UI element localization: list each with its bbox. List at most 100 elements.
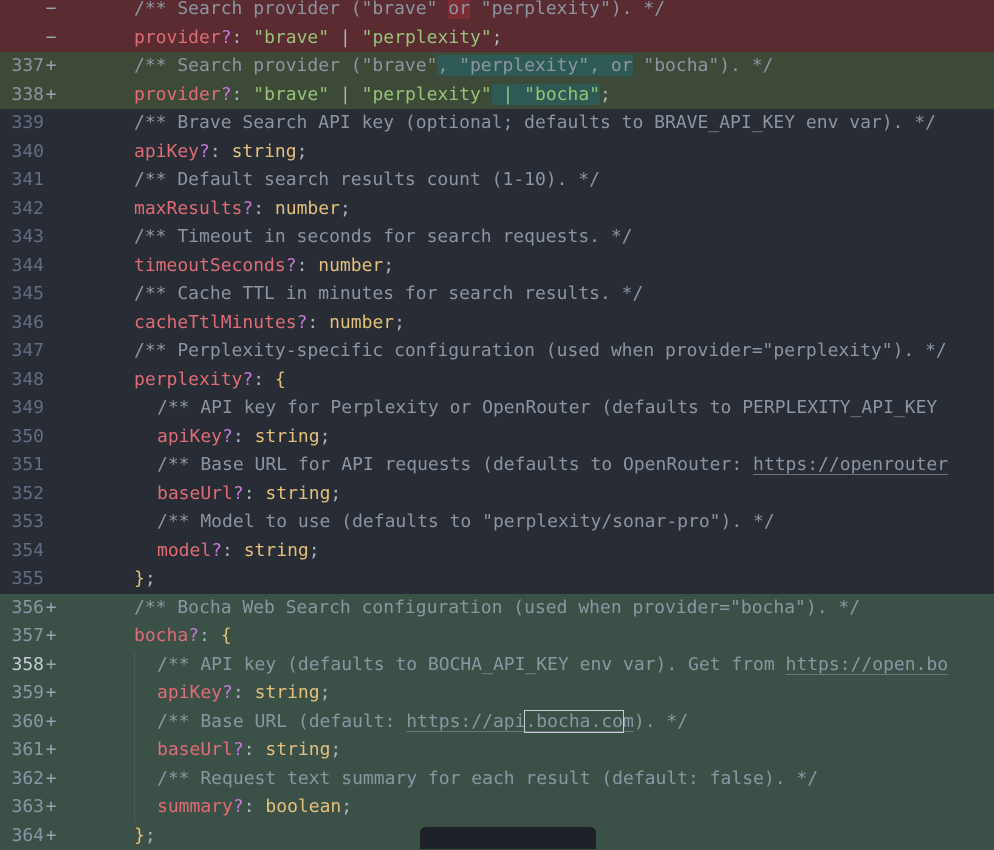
code-text[interactable]: /** Search provider ("brave" or "perplex…	[134, 0, 665, 24]
code-text[interactable]: provider?: "brave" | "perplexity" | "boc…	[134, 81, 611, 110]
code-line[interactable]: 355};	[0, 565, 994, 594]
code-line[interactable]: 342 maxResults?: number;	[0, 195, 994, 224]
code-line[interactable]: 346 cacheTtlMinutes?: number;	[0, 309, 994, 338]
code-line[interactable]: 361+ baseUrl?: string;	[0, 736, 994, 765]
code-line[interactable]: 349 /** API key for Perplexity or OpenRou…	[0, 394, 994, 423]
code-text[interactable]: apiKey?: string;	[157, 423, 330, 452]
punctuation-token: :	[253, 369, 275, 390]
code-line[interactable]: 353 /** Model to use (defaults to "perple…	[0, 508, 994, 537]
line-gutter[interactable]: 345	[0, 280, 66, 309]
line-gutter[interactable]: 341	[0, 166, 66, 195]
code-text[interactable]: timeoutSeconds?: number;	[134, 252, 394, 281]
code-text[interactable]: maxResults?: number;	[134, 195, 351, 224]
line-gutter[interactable]: 357+	[0, 622, 66, 651]
code-line[interactable]: − /** Search provider ("brave" or "perple…	[0, 0, 994, 24]
url-link[interactable]: .bocha.co	[525, 711, 623, 732]
code-text[interactable]: /** API key (defaults to BOCHA_API_KEY e…	[157, 651, 948, 680]
property-token: apiKey	[134, 141, 199, 162]
line-gutter[interactable]: 342	[0, 195, 66, 224]
line-gutter[interactable]: 344	[0, 252, 66, 281]
code-text[interactable]: /** Brave Search API key (optional; defa…	[134, 109, 936, 138]
url-link[interactable]: m	[623, 711, 634, 732]
line-gutter[interactable]: 349	[0, 394, 66, 423]
line-gutter[interactable]: 351	[0, 451, 66, 480]
line-gutter[interactable]: 360+	[0, 708, 66, 737]
line-gutter[interactable]: 361+	[0, 736, 66, 765]
line-gutter[interactable]: 364+	[0, 822, 66, 850]
code-line[interactable]: 337+ /** Search provider ("brave", "perpl…	[0, 52, 994, 81]
line-gutter[interactable]: 359+	[0, 679, 66, 708]
code-text[interactable]: bocha?: {	[134, 622, 232, 651]
code-line[interactable]: 338+ provider?: "brave" | "perplexity" | …	[0, 81, 994, 110]
line-gutter[interactable]: 362+	[0, 765, 66, 794]
line-gutter[interactable]: 339	[0, 109, 66, 138]
code-line[interactable]: 339 /** Brave Search API key (optional; d…	[0, 109, 994, 138]
code-line[interactable]: 344 timeoutSeconds?: number;	[0, 252, 994, 281]
line-gutter[interactable]: 350	[0, 423, 66, 452]
code-text[interactable]: provider?: "brave" | "perplexity";	[134, 24, 503, 53]
code-text[interactable]: /** Perplexity-specific configuration (u…	[134, 337, 947, 366]
line-gutter[interactable]: 352	[0, 480, 66, 509]
punctuation-token: ;	[600, 84, 611, 105]
code-text[interactable]: /** Bocha Web Search configuration (used…	[134, 594, 860, 623]
code-line[interactable]: 345 /** Cache TTL in minutes for search r…	[0, 280, 994, 309]
code-text[interactable]: apiKey?: string;	[157, 679, 330, 708]
code-line[interactable]: 354 model?: string;	[0, 537, 994, 566]
code-line[interactable]: 350 apiKey?: string;	[0, 423, 994, 452]
code-line[interactable]: 348 perplexity?: {	[0, 366, 994, 395]
code-line[interactable]: 358+ /** API key (defaults to BOCHA_API_K…	[0, 651, 994, 680]
code-text[interactable]: perplexity?: {	[134, 366, 286, 395]
url-link[interactable]: https://open.bo	[786, 654, 949, 675]
code-line[interactable]: 363+ summary?: boolean;	[0, 793, 994, 822]
line-gutter[interactable]: 353	[0, 508, 66, 537]
line-gutter[interactable]: 343	[0, 223, 66, 252]
line-gutter[interactable]: 346	[0, 309, 66, 338]
code-line[interactable]: 360+ /** Base URL (default: https://api.b…	[0, 708, 994, 737]
line-gutter[interactable]: 347	[0, 337, 66, 366]
code-text[interactable]: summary?: boolean;	[157, 793, 352, 822]
line-gutter[interactable]: 358+	[0, 651, 66, 680]
code-line[interactable]: 340 apiKey?: string;	[0, 138, 994, 167]
comment-token: or	[448, 0, 470, 19]
code-line[interactable]: 341 /** Default search results count (1-1…	[0, 166, 994, 195]
code-line[interactable]: − provider?: "brave" | "perplexity";	[0, 24, 994, 53]
line-gutter[interactable]: −	[0, 24, 66, 53]
code-line[interactable]: 347 /** Perplexity-specific configuration…	[0, 337, 994, 366]
line-gutter[interactable]: 354	[0, 537, 66, 566]
code-text[interactable]: /** Base URL for API requests (defaults …	[157, 451, 948, 480]
code-text[interactable]: };	[134, 565, 156, 594]
code-line[interactable]: 351 /** Base URL for API requests (defaul…	[0, 451, 994, 480]
line-gutter[interactable]: 338+	[0, 81, 66, 110]
code-line[interactable]: 343 /** Timeout in seconds for search req…	[0, 223, 994, 252]
url-link[interactable]: https://openrouter	[753, 454, 948, 475]
line-gutter[interactable]: 355	[0, 565, 66, 594]
code-text[interactable]: /** Model to use (defaults to "perplexit…	[157, 508, 775, 537]
code-text[interactable]: apiKey?: string;	[134, 138, 307, 167]
url-link[interactable]: https://api	[406, 711, 525, 732]
line-gutter[interactable]: 337+	[0, 52, 66, 81]
code-text[interactable]: };	[134, 822, 156, 850]
code-line[interactable]: 362+ /** Request text summary for each re…	[0, 765, 994, 794]
line-gutter[interactable]: 363+	[0, 793, 66, 822]
horizontal-scrollbar-thumb[interactable]	[420, 827, 596, 849]
code-line[interactable]: 357+ bocha?: {	[0, 622, 994, 651]
code-line[interactable]: 359+ apiKey?: string;	[0, 679, 994, 708]
code-text[interactable]: /** Timeout in seconds for search reques…	[134, 223, 633, 252]
code-text[interactable]: /** Default search results count (1-10).…	[134, 166, 600, 195]
code-text[interactable]: /** API key for Perplexity or OpenRouter…	[157, 394, 937, 423]
line-gutter[interactable]: 340	[0, 138, 66, 167]
code-text[interactable]: baseUrl?: string;	[157, 480, 341, 509]
code-text[interactable]: /** Cache TTL in minutes for search resu…	[134, 280, 643, 309]
code-line[interactable]: 356+ /** Bocha Web Search configuration (…	[0, 594, 994, 623]
code-text[interactable]: model?: string;	[157, 537, 320, 566]
line-gutter[interactable]: 348	[0, 366, 66, 395]
code-text[interactable]: /** Request text summary for each result…	[157, 765, 818, 794]
code-text[interactable]: /** Search provider ("brave", "perplexit…	[134, 52, 773, 81]
diff-editor[interactable]: − /** Search provider ("brave" or "perple…	[0, 0, 994, 850]
line-gutter[interactable]: 356+	[0, 594, 66, 623]
line-gutter[interactable]: −	[0, 0, 66, 24]
code-text[interactable]: baseUrl?: string;	[157, 736, 341, 765]
code-line[interactable]: 352 baseUrl?: string;	[0, 480, 994, 509]
code-text[interactable]: cacheTtlMinutes?: number;	[134, 309, 405, 338]
code-text[interactable]: /** Base URL (default: https://api.bocha…	[157, 708, 688, 737]
